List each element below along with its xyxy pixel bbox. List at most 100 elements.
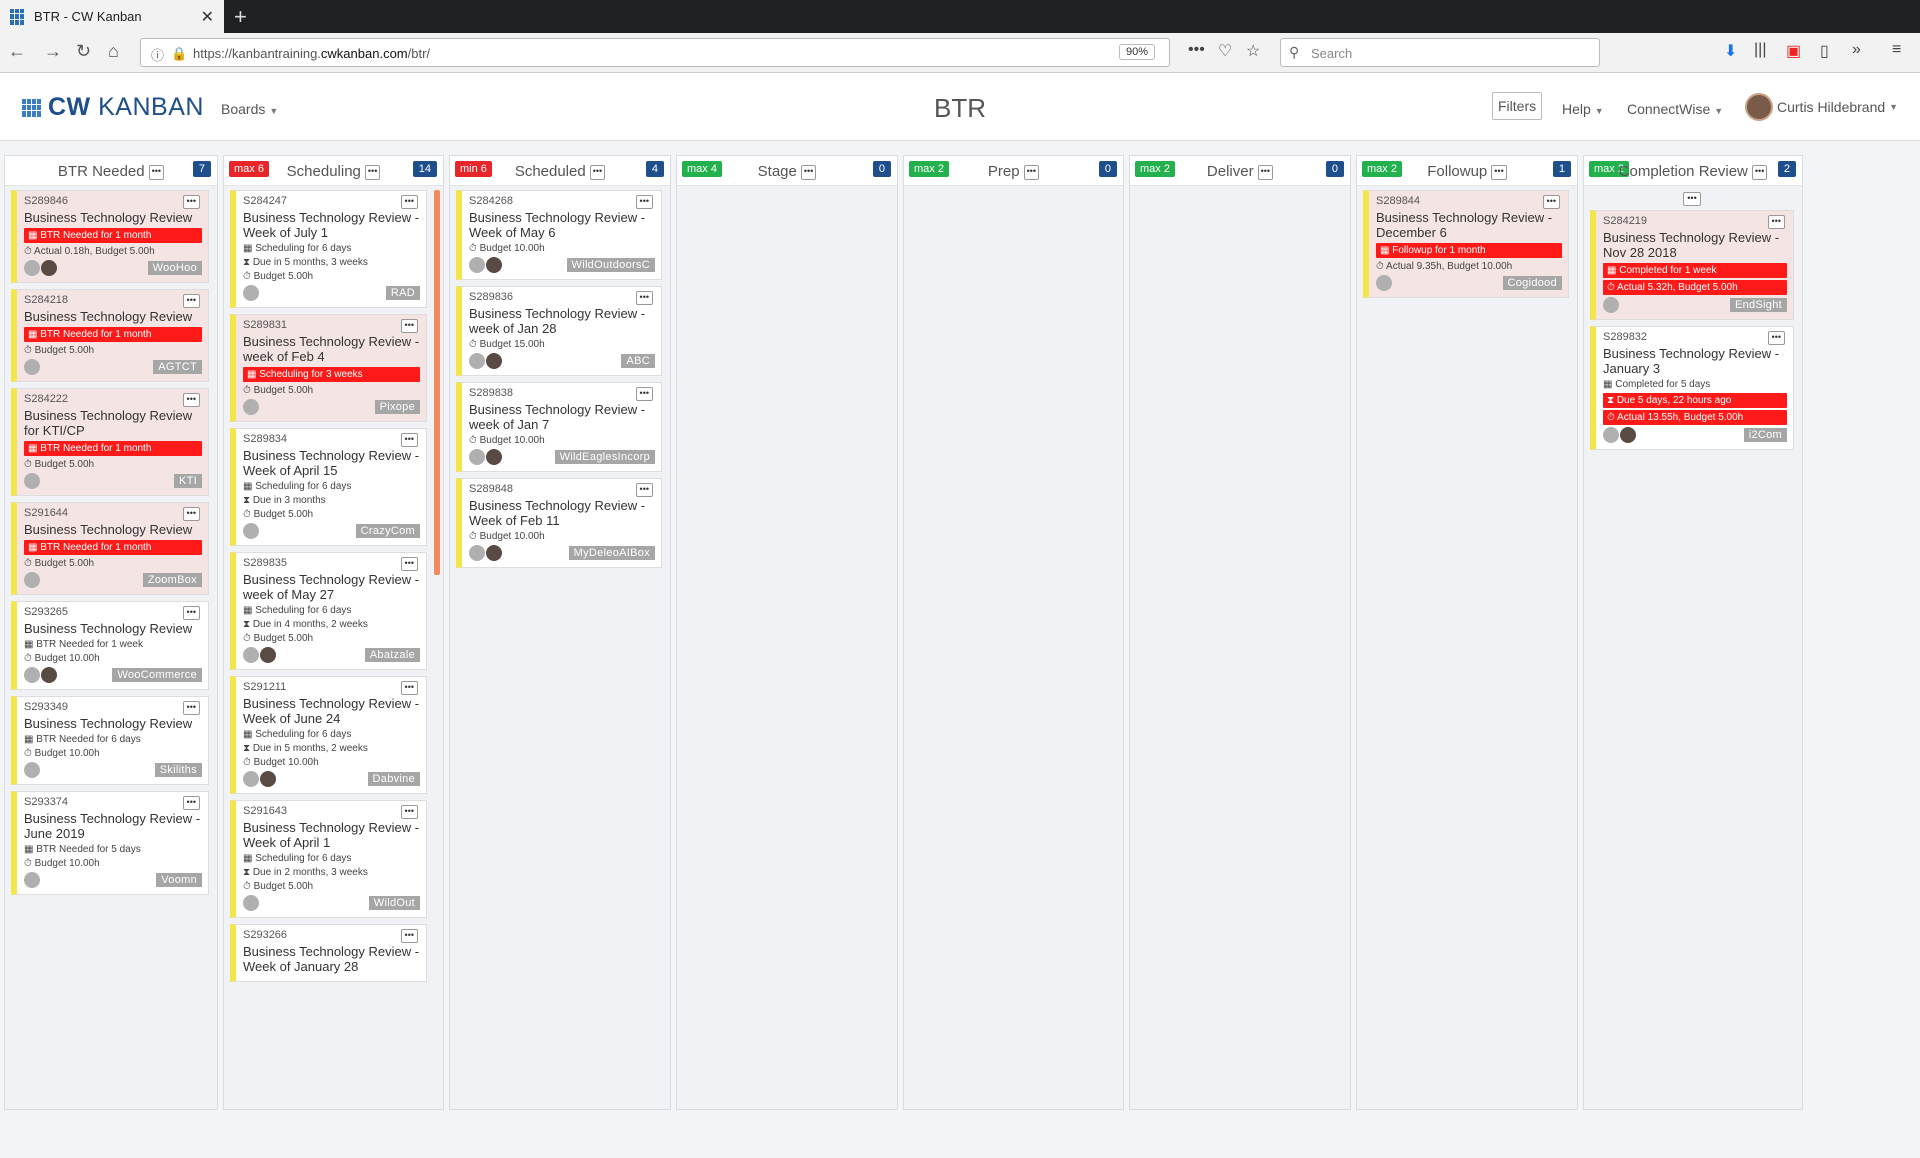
page-actions-icon[interactable]: •••	[1188, 41, 1205, 59]
help-menu[interactable]: Help ▼	[1562, 101, 1604, 117]
kanban-card[interactable]: S289846 ••• Business Technology Review ▦ BT…	[11, 190, 209, 283]
kanban-card[interactable]: S293266 ••• Business Technology Review - W…	[230, 924, 427, 982]
kanban-card[interactable]: S284218 ••• Business Technology Review ▦ BT…	[11, 289, 209, 382]
column-menu-button[interactable]: •••	[1023, 164, 1040, 180]
card-menu-button[interactable]: •••	[400, 681, 418, 695]
assignee-avatar[interactable]	[243, 895, 259, 911]
assignee-avatar[interactable]	[469, 353, 485, 369]
company-tag[interactable]: ZoomBox	[142, 573, 202, 587]
hamburger-menu-icon[interactable]: ≡	[1892, 41, 1901, 59]
user-menu[interactable]: Curtis Hildebrand ▼	[1745, 93, 1898, 121]
assignee-avatar[interactable]	[486, 257, 502, 273]
company-tag[interactable]: Abatzale	[364, 648, 420, 662]
browser-search-input[interactable]: ⚲ Search	[1280, 38, 1600, 67]
assignee-avatar[interactable]	[41, 260, 57, 276]
column-menu-button[interactable]: •••	[1751, 164, 1768, 180]
assignee-avatar[interactable]	[24, 473, 40, 489]
card-menu-button[interactable]: •••	[400, 805, 418, 819]
card-menu-button[interactable]: •••	[635, 291, 653, 305]
assignee-avatar[interactable]	[486, 545, 502, 561]
card-menu-button[interactable]: •••	[182, 294, 200, 308]
card-menu-button[interactable]: •••	[635, 195, 653, 209]
assignee-avatar[interactable]	[469, 545, 485, 561]
company-tag[interactable]: Skiliths	[154, 763, 202, 777]
assignee-avatar[interactable]	[24, 359, 40, 375]
company-tag[interactable]: KTI	[173, 474, 202, 488]
column-menu-button[interactable]: •••	[589, 164, 606, 180]
company-tag[interactable]: i2Com	[1743, 428, 1787, 442]
company-tag[interactable]: WildOut	[368, 896, 420, 910]
card-menu-button[interactable]: •••	[1767, 331, 1785, 345]
overflow-icon[interactable]: »	[1852, 41, 1861, 59]
company-tag[interactable]: CrazyCom	[355, 524, 420, 538]
assignee-avatar[interactable]	[1603, 297, 1619, 313]
assignee-avatar[interactable]	[469, 257, 485, 273]
back-icon[interactable]: ←	[8, 41, 26, 62]
kanban-card[interactable]: S284247 ••• Business Technology Review - W…	[230, 190, 427, 308]
bookmark-star-icon[interactable]: ☆	[1246, 41, 1260, 61]
kanban-card[interactable]: S291644 ••• Business Technology Review ▦ BT…	[11, 502, 209, 595]
kanban-card[interactable]: S289832 ••• Business Technology Review - J…	[1590, 326, 1794, 450]
assignee-avatar[interactable]	[486, 449, 502, 465]
connectwise-menu[interactable]: ConnectWise ▼	[1627, 101, 1723, 117]
column-extra-menu-button[interactable]: •••	[1683, 192, 1701, 206]
kanban-card[interactable]: S289844 ••• Business Technology Review - D…	[1363, 190, 1569, 298]
card-menu-button[interactable]: •••	[400, 929, 418, 943]
kanban-card[interactable]: S291211 ••• Business Technology Review - W…	[230, 676, 427, 794]
company-tag[interactable]: WildEaglesIncorp	[554, 450, 655, 464]
library-icon[interactable]: |||	[1754, 41, 1766, 59]
kanban-card[interactable]: S289835 ••• Business Technology Review - w…	[230, 552, 427, 670]
close-tab-icon[interactable]: ✕	[201, 7, 214, 27]
url-bar[interactable]: ⓘ 🔒 https://kanbantraining.cwkanban.com/…	[140, 38, 1170, 67]
assignee-avatar[interactable]	[260, 647, 276, 663]
company-tag[interactable]: Voomn	[156, 873, 202, 887]
zoom-level[interactable]: 90%	[1118, 44, 1155, 60]
card-menu-button[interactable]: •••	[182, 606, 200, 620]
pocket-icon[interactable]: ♡	[1218, 41, 1232, 61]
assignee-avatar[interactable]	[1603, 427, 1619, 443]
assignee-avatar[interactable]	[24, 572, 40, 588]
card-menu-button[interactable]: •••	[400, 319, 418, 333]
filters-button[interactable]: Filters	[1492, 92, 1543, 120]
kanban-card[interactable]: S293265 ••• Business Technology Review ▦ BT…	[11, 601, 209, 690]
assignee-avatar[interactable]	[243, 523, 259, 539]
boards-menu[interactable]: Boards ▼	[221, 101, 278, 117]
card-menu-button[interactable]: •••	[1542, 195, 1560, 209]
card-menu-button[interactable]: •••	[182, 796, 200, 810]
column-menu-button[interactable]: •••	[148, 164, 165, 180]
company-tag[interactable]: WooHoo	[147, 261, 202, 275]
assignee-avatar[interactable]	[243, 647, 259, 663]
company-tag[interactable]: Cogidood	[1502, 276, 1562, 290]
assignee-avatar[interactable]	[243, 771, 259, 787]
card-menu-button[interactable]: •••	[400, 433, 418, 447]
company-tag[interactable]: WildOutdoorsC	[566, 258, 655, 272]
column-scrollbar[interactable]	[434, 190, 440, 575]
assignee-avatar[interactable]	[24, 260, 40, 276]
assignee-avatar[interactable]	[1376, 275, 1392, 291]
forward-icon[interactable]: →	[44, 41, 62, 62]
kanban-card[interactable]: S293374 ••• Business Technology Review - J…	[11, 791, 209, 895]
card-menu-button[interactable]: •••	[400, 557, 418, 571]
kanban-card[interactable]: S289834 ••• Business Technology Review - W…	[230, 428, 427, 546]
kanban-card[interactable]: S284268 ••• Business Technology Review - W…	[456, 190, 662, 280]
assignee-avatar[interactable]	[24, 872, 40, 888]
cw-kanban-logo[interactable]: CW KANBAN	[22, 93, 204, 122]
card-menu-button[interactable]: •••	[182, 393, 200, 407]
kanban-card[interactable]: S289848 ••• Business Technology Review - W…	[456, 478, 662, 568]
assignee-avatar[interactable]	[243, 399, 259, 415]
company-tag[interactable]: WooCommerce	[112, 668, 202, 682]
card-menu-button[interactable]: •••	[635, 387, 653, 401]
company-tag[interactable]: ABC	[621, 354, 655, 368]
assignee-avatar[interactable]	[469, 449, 485, 465]
sidebar-icon[interactable]: ▯	[1820, 41, 1829, 61]
company-tag[interactable]: AGTCT	[153, 360, 202, 374]
assignee-avatar[interactable]	[1620, 427, 1636, 443]
assignee-avatar[interactable]	[41, 667, 57, 683]
company-tag[interactable]: RAD	[385, 286, 420, 300]
column-menu-button[interactable]: •••	[1257, 164, 1274, 180]
new-tab-icon[interactable]: +	[234, 4, 247, 30]
kanban-card[interactable]: S289838 ••• Business Technology Review - w…	[456, 382, 662, 472]
assignee-avatar[interactable]	[260, 771, 276, 787]
company-tag[interactable]: EndSight	[1729, 298, 1787, 312]
company-tag[interactable]: Dabvine	[367, 772, 420, 786]
